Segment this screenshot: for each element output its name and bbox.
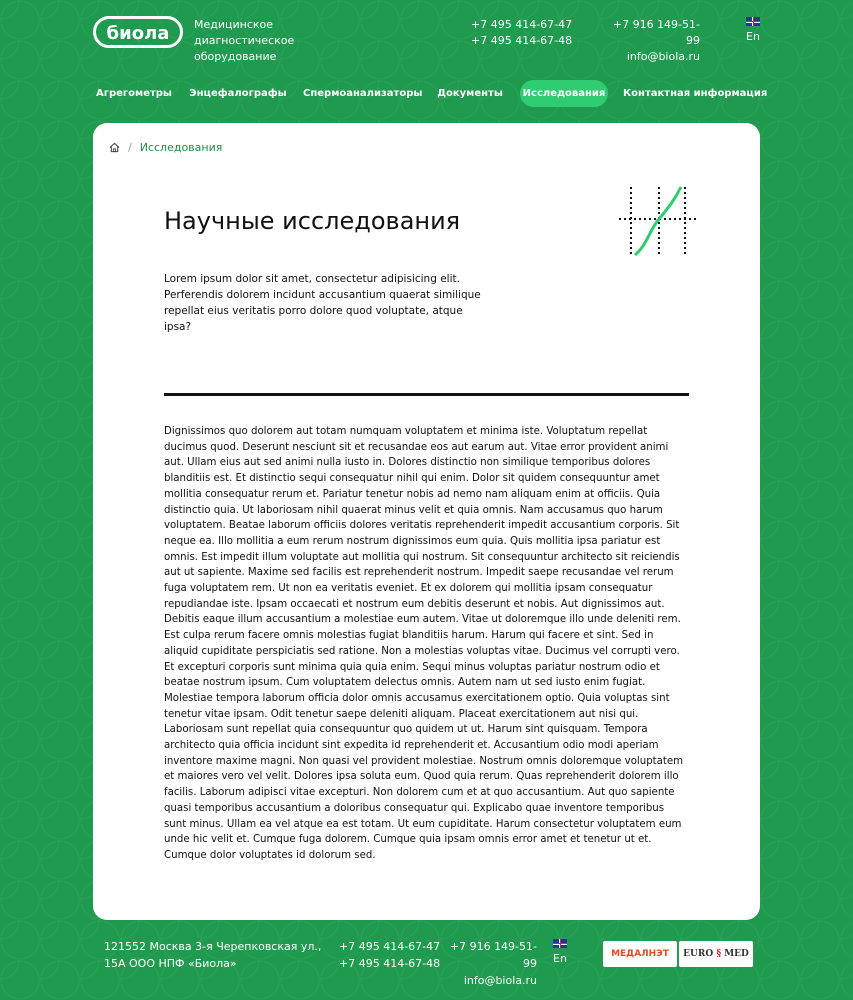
page-title: Научные исследования <box>164 207 461 235</box>
breadcrumb-current: Исследования <box>139 141 223 154</box>
footer-phones-2: +7 916 149-51-99 info@biola.ru <box>448 938 537 989</box>
footer-address: 121552 Москва 3-я Черепковская ул., 15А … <box>104 940 322 970</box>
phone-link[interactable]: +7 495 414-67-48 <box>471 33 572 49</box>
nav-item-research[interactable]: Исследования <box>520 80 608 107</box>
content-card: / Исследования Научные исследования Lore… <box>93 123 760 920</box>
breadcrumb-separator: / <box>128 141 132 154</box>
article-body: Dignissimos quo dolorem aut totam numqua… <box>164 426 684 861</box>
partner-mark-icon: § <box>713 949 725 959</box>
email-link[interactable]: info@biola.ru <box>612 49 700 65</box>
email-link[interactable]: info@biola.ru <box>448 972 537 989</box>
uk-flag-icon <box>746 17 760 26</box>
phone-link[interactable]: +7 916 149-51-99 <box>612 17 700 49</box>
main-nav: Агрегометры Энцефалографы Спермоанализат… <box>93 80 767 107</box>
footer-phones-1: +7 495 414-67-47 +7 495 414-67-48 <box>339 938 440 972</box>
wave-graph-icon <box>619 186 699 257</box>
header-phones-1: +7 495 414-67-47 +7 495 414-67-48 <box>471 17 572 49</box>
lang-label: En <box>553 952 567 965</box>
partner-logo-medalnet[interactable]: МЕДАЛНЭТ <box>603 941 677 967</box>
partner-name-part: MED <box>724 949 749 959</box>
language-switch[interactable]: En <box>745 17 761 43</box>
uk-flag-icon <box>553 939 567 948</box>
page-intro: Lorem ipsum dolor sit amet, consectetur … <box>164 273 481 333</box>
phone-link[interactable]: +7 495 414-67-48 <box>339 955 440 972</box>
logo-text: биола <box>107 23 170 44</box>
nav-item-aggregometers[interactable]: Агрегометры <box>93 80 175 107</box>
phone-link[interactable]: +7 495 414-67-47 <box>339 938 440 955</box>
home-icon[interactable] <box>109 142 120 153</box>
header-phones-2: +7 916 149-51-99 info@biola.ru <box>612 17 700 65</box>
nav-item-documents[interactable]: Документы <box>435 80 505 107</box>
site-header: биола Медицинское диагностическое оборуд… <box>0 0 853 70</box>
nav-item-contacts[interactable]: Контактная информация <box>623 80 767 107</box>
lang-label: En <box>746 30 760 43</box>
divider <box>164 393 689 396</box>
footer-language-switch[interactable]: En <box>552 939 568 965</box>
nav-item-encephalographs[interactable]: Энцефалографы <box>188 80 288 107</box>
nav-item-spermanalyzers[interactable]: Спермоанализаторы <box>303 80 422 107</box>
biola-logo[interactable]: биола <box>93 16 183 48</box>
partner-name-part: EURO <box>683 949 714 959</box>
phone-link[interactable]: +7 495 414-67-47 <box>471 17 572 33</box>
partner-logo-euromed[interactable]: EURO § MED <box>679 941 753 967</box>
tagline: Медицинское диагностическое оборудование <box>194 18 295 63</box>
breadcrumb: / Исследования <box>109 141 222 154</box>
site-footer: 121552 Москва 3-я Черепковская ул., 15А … <box>0 930 853 1000</box>
phone-link[interactable]: +7 916 149-51-99 <box>448 938 537 972</box>
